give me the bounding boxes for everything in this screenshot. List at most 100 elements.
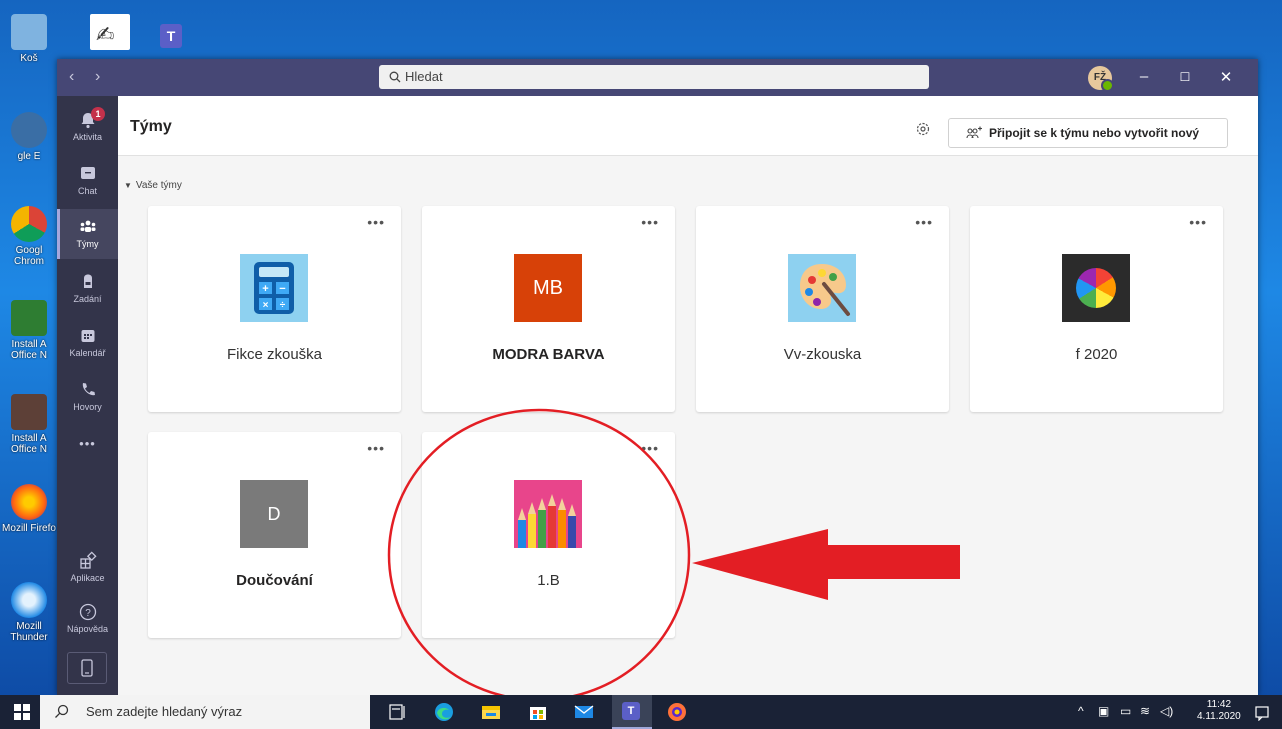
task-view-icon[interactable] <box>387 701 409 723</box>
firefox-icon <box>11 484 47 520</box>
desktop-icon-install-office-1[interactable]: Install A Office N <box>0 300 58 361</box>
team-card-doucovani[interactable]: ••• D Doučování <box>148 432 401 638</box>
title-bar: ‹ › Hledat FŽ – ☐ ✕ <box>57 59 1258 96</box>
volume-icon[interactable]: ◁) <box>1160 704 1173 718</box>
more-options-icon[interactable]: ••• <box>367 214 385 230</box>
search-input[interactable]: Hledat <box>379 65 929 89</box>
mail-icon[interactable] <box>573 701 595 723</box>
backpack-icon <box>83 274 92 288</box>
team-name: Fikce zkouška <box>226 346 323 363</box>
taskbar-search-input[interactable]: Sem zadejte hledaný výraz <box>40 695 370 729</box>
user-icon <box>11 394 47 430</box>
rail-item-calendar[interactable]: Kalendář <box>57 326 118 366</box>
rail-item-help[interactable]: ? Nápověda <box>57 602 118 642</box>
desktop-icon-firefox[interactable]: Mozill Firefo <box>0 484 58 534</box>
rail-item-activity[interactable]: Aktivita 1 <box>57 107 118 150</box>
presence-status-icon <box>1101 79 1114 92</box>
device-button[interactable] <box>67 652 107 684</box>
search-icon <box>389 71 401 83</box>
thunderbird-icon <box>11 582 47 618</box>
more-options-icon[interactable]: ••• <box>367 440 385 456</box>
more-options-icon[interactable]: ••• <box>641 214 659 230</box>
team-card-1b[interactable]: ••• 1.B <box>422 432 675 638</box>
chrome-icon <box>11 206 47 242</box>
calendar-icon <box>81 330 94 342</box>
help-icon: ? <box>79 603 96 621</box>
store-icon[interactable] <box>527 701 549 723</box>
taskbar-teams-button[interactable]: T <box>612 695 652 729</box>
desktop-shortcut-teams[interactable]: T <box>160 20 192 50</box>
battery-icon[interactable]: ▭ <box>1120 704 1131 718</box>
windows-start-icon[interactable] <box>14 704 30 720</box>
desktop-icon-install-office-2[interactable]: Install A Office N <box>0 394 58 455</box>
team-name: 1.B <box>537 572 560 589</box>
more-options-icon[interactable]: ••• <box>641 440 659 456</box>
rail-item-calls[interactable]: Hovory <box>57 380 118 420</box>
team-name: MODRA BARVA <box>492 346 605 363</box>
team-initials-tile: MB <box>514 254 582 322</box>
wifi-icon[interactable]: ≋ <box>1140 704 1150 718</box>
join-or-create-team-button[interactable]: Připojit se k týmu nebo vytvořit nový <box>948 118 1228 148</box>
user-avatar[interactable]: FŽ <box>1088 66 1114 92</box>
google-earth-icon <box>11 112 47 148</box>
teams-icon: T <box>160 24 182 48</box>
edge-icon[interactable] <box>433 701 455 723</box>
teams-header: Týmy Připojit se k týmu nebo vytvořit no… <box>118 96 1258 156</box>
gear-icon[interactable] <box>915 121 931 137</box>
palette-icon <box>788 254 856 322</box>
svg-text:÷: ÷ <box>280 300 286 311</box>
recycle-bin-icon <box>11 14 47 50</box>
pencils-icon <box>514 480 582 548</box>
back-arrow-icon[interactable]: ‹ <box>69 68 74 86</box>
rail-item-teams[interactable]: Týmy <box>57 209 118 259</box>
more-options-icon[interactable]: ••• <box>1189 214 1207 230</box>
apps-icon <box>79 551 97 569</box>
more-options-icon[interactable]: ••• <box>915 214 933 230</box>
firefox-icon[interactable] <box>666 701 688 723</box>
notifications-icon[interactable] <box>1254 705 1270 721</box>
desktop-icon-google-earth[interactable]: gle E <box>0 112 58 162</box>
page-title: Týmy <box>130 118 172 135</box>
teams-icon: T <box>622 702 640 720</box>
desktop-icon-chrome[interactable]: Googl Chrom <box>0 206 58 267</box>
signature-icon: ✍ <box>96 22 115 47</box>
desktop-shortcut-signature[interactable]: ✍ <box>90 14 130 50</box>
computer-icon <box>11 300 47 336</box>
chat-icon <box>80 167 95 179</box>
svg-text:−: − <box>279 283 285 295</box>
file-explorer-icon[interactable] <box>480 701 502 723</box>
desktop-icon-recycle-bin[interactable]: Koš <box>0 14 58 64</box>
close-icon[interactable]: ✕ <box>1216 68 1236 86</box>
teams-people-icon <box>80 220 95 232</box>
rail-item-apps[interactable]: Aplikace <box>57 551 118 591</box>
svg-text:×: × <box>263 300 269 311</box>
desktop-icon-thunderbird[interactable]: Mozill Thunder <box>0 582 58 643</box>
team-card-modra-barva[interactable]: ••• MB MODRA BARVA <box>422 206 675 412</box>
svg-text:+: + <box>262 283 268 295</box>
show-hidden-icons-chevron[interactable]: ^ <box>1078 704 1084 718</box>
rail-item-chat[interactable]: Chat <box>57 164 118 204</box>
forward-arrow-icon[interactable]: › <box>95 68 100 86</box>
your-teams-section[interactable]: ▼ Vaše týmy <box>124 180 182 191</box>
rail-more-button[interactable]: ••• <box>57 436 118 456</box>
team-card-f-2020[interactable]: ••• f 2020 <box>970 206 1223 412</box>
teams-window: ‹ › Hledat FŽ – ☐ ✕ Aktivita 1 Chat Týmy… <box>57 59 1258 695</box>
main-content: Týmy Připojit se k týmu nebo vytvořit no… <box>118 96 1258 695</box>
tray-app-icon[interactable]: ▣ <box>1098 704 1109 718</box>
maximize-icon[interactable]: ☐ <box>1175 70 1195 84</box>
color-wheel-disc <box>1076 268 1116 308</box>
team-name: Doučování <box>236 572 313 589</box>
activity-badge: 1 <box>91 107 105 121</box>
color-wheel-icon <box>1062 254 1130 322</box>
rail-item-assignments[interactable]: Zadání <box>57 272 118 312</box>
minimize-icon[interactable]: – <box>1134 68 1154 85</box>
phone-icon <box>82 383 95 396</box>
svg-text:?: ? <box>85 608 91 619</box>
team-card-fikce-zkouska[interactable]: ••• + − × ÷ Fikce zkouška <box>148 206 401 412</box>
team-card-vv-zkouska[interactable]: ••• Vv-zkouska <box>696 206 949 412</box>
mobile-device-icon <box>81 659 93 677</box>
taskbar: Sem zadejte hledaný výraz T ^ ▣ ▭ ≋ ◁) 1… <box>0 695 1282 729</box>
system-clock[interactable]: 11:42 4.11.2020 <box>1197 699 1241 723</box>
team-name: f 2020 <box>1075 346 1118 363</box>
add-team-icon <box>966 126 982 139</box>
